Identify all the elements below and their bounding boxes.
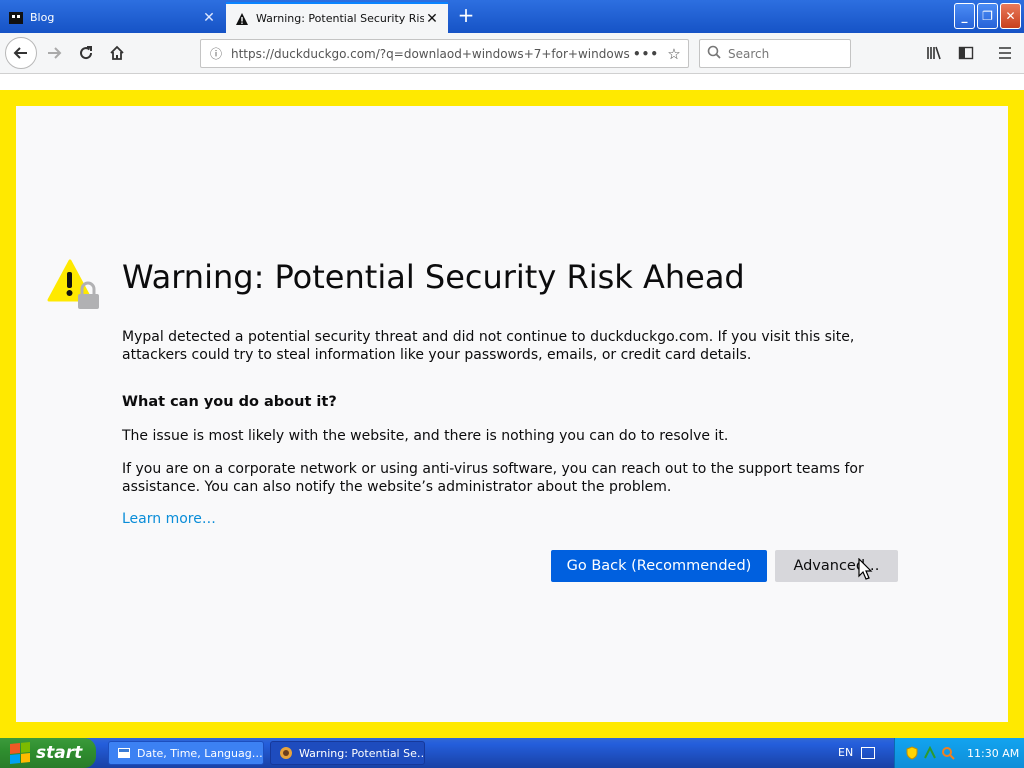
tab-title: Warning: Potential Security Risk Ahead: [256, 12, 424, 25]
learn-more-link[interactable]: Learn more…: [122, 511, 216, 527]
intro-text: Mypal detected a potential security thre…: [122, 329, 855, 363]
minimize-button[interactable]: _: [954, 3, 975, 29]
close-tab-icon[interactable]: ✕: [201, 10, 217, 26]
taskbar-item-browser[interactable]: Warning: Potential Se…: [270, 741, 425, 765]
restore-button[interactable]: ❐: [977, 3, 998, 29]
url-bar[interactable]: ⓘ https://duckduckgo.com/?q=downlaod+win…: [200, 39, 689, 68]
url-text[interactable]: https://duckduckgo.com/?q=downlaod+windo…: [231, 47, 632, 61]
site-info-icon[interactable]: ⓘ: [201, 45, 231, 62]
home-button[interactable]: [103, 39, 131, 67]
forward-arrow-icon: [48, 47, 62, 59]
keyboard-icon[interactable]: [861, 747, 875, 759]
menu-icon[interactable]: [991, 39, 1019, 67]
new-tab-button[interactable]: +: [455, 4, 477, 28]
close-window-button[interactable]: ✕: [1000, 3, 1021, 29]
resolution-text: The issue is most likely with the websit…: [122, 428, 729, 444]
mouse-cursor-icon: [858, 557, 874, 582]
go-back-button[interactable]: Go Back (Recommended): [551, 550, 767, 582]
security-shield-icon: [906, 746, 918, 760]
search-tray-icon: [942, 747, 955, 760]
library-icon[interactable]: [920, 39, 948, 67]
window-controls: _ ❐ ✕: [954, 3, 1021, 29]
start-button[interactable]: start: [0, 738, 96, 768]
clock[interactable]: 11:30 AM: [967, 747, 1019, 760]
sidebar-icon[interactable]: [952, 39, 980, 67]
advanced-button[interactable]: Advanced…: [775, 550, 898, 582]
taskbar-item-date-time[interactable]: Date, Time, Languag…: [108, 741, 264, 765]
language-indicator[interactable]: EN: [838, 746, 853, 759]
tab-title: Blog: [30, 11, 55, 24]
page-title: Warning: Potential Security Risk Ahead: [122, 258, 745, 296]
start-label: start: [36, 743, 83, 763]
forward-button[interactable]: [40, 39, 68, 67]
control-panel-icon: [118, 748, 130, 758]
reload-icon: [80, 46, 93, 60]
warning-lock-icon: [47, 258, 101, 312]
tab-strip: Blog ✕ Warning: Potential Security Risk …: [0, 0, 1024, 33]
page-actions-icon[interactable]: •••: [632, 47, 660, 61]
blog-favicon-icon: [8, 10, 24, 26]
task-label: Warning: Potential Se…: [299, 746, 425, 760]
back-button[interactable]: [5, 37, 37, 69]
search-icon: [700, 45, 728, 62]
search-bar[interactable]: Search: [699, 39, 851, 68]
support-text: If you are on a corporate network or usi…: [122, 461, 864, 495]
tab-blog[interactable]: Blog ✕: [0, 2, 225, 33]
taskbar: start Date, Time, Languag… Warning: Pote…: [0, 738, 1024, 768]
home-icon: [110, 45, 124, 60]
section-heading: What can you do about it?: [122, 394, 337, 410]
browser-icon: [280, 747, 292, 759]
search-placeholder: Search: [728, 46, 770, 61]
close-tab-icon[interactable]: ✕: [424, 11, 440, 27]
tab-warning[interactable]: Warning: Potential Security Risk Ahead ✕: [226, 2, 448, 33]
reload-button[interactable]: [72, 39, 100, 67]
system-tray: 11:30 AM: [894, 738, 1024, 768]
task-label: Date, Time, Languag…: [137, 746, 263, 760]
windows-logo-icon: [10, 741, 30, 765]
warning-favicon-icon: [234, 11, 250, 27]
bookmark-star-icon[interactable]: ☆: [660, 45, 688, 63]
navigation-bar: ⓘ https://duckduckgo.com/?q=downlaod+win…: [0, 33, 1024, 74]
network-icon: [924, 746, 936, 759]
back-arrow-icon: [13, 47, 27, 59]
warning-frame: [0, 90, 1024, 738]
